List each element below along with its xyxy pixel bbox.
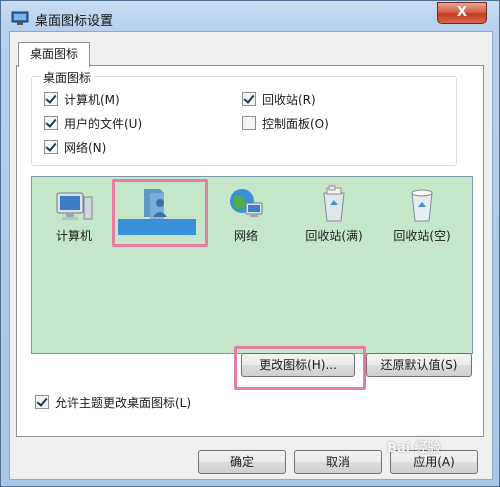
group-title: 桌面图标 [40, 69, 95, 86]
recycle-bin-empty-icon [411, 189, 433, 222]
checkbox-control-panel[interactable]: 控制面板(O) [242, 115, 329, 131]
checkbox-box[interactable] [44, 116, 58, 130]
window-title: 桌面图标设置 [35, 14, 114, 29]
close-button[interactable]: X [437, 2, 487, 24]
watermark-text: Bai 经验 [387, 441, 441, 456]
tab-panel: 桌面图标 计算机(M) 回收站(R) 用户的文件(U) 控制面板(O) 网络(N… [16, 65, 484, 437]
checkbox-box[interactable] [44, 140, 58, 154]
selected-label-highlight [118, 219, 196, 235]
list-item-recycle-full[interactable]: 回收站(满) [296, 185, 372, 244]
network-icon [230, 189, 263, 217]
computer-icon [56, 192, 93, 220]
dialog-window: 桌面图标设置 X 桌面图标 桌面图标 计算机(M) 回收站(R) 用户的文件(U… [0, 0, 500, 487]
list-item-user-files[interactable] [118, 183, 196, 235]
icon-label: 网络 [233, 229, 258, 243]
checkbox-label: 控制面板(O) [262, 116, 329, 131]
checkbox-label: 计算机(M) [64, 92, 120, 107]
checkbox-label: 允许主题更改桌面图标(L) [55, 395, 192, 410]
user-files-icon [144, 189, 167, 219]
tab-desktop-icons[interactable]: 桌面图标 [18, 42, 90, 67]
checkbox-box[interactable] [44, 92, 58, 106]
checkbox-label: 网络(N) [64, 140, 107, 155]
checkbox-box[interactable] [242, 92, 256, 106]
icon-label: 计算机 [55, 229, 92, 243]
desktop-icons-group: 桌面图标 计算机(M) 回收站(R) 用户的文件(U) 控制面板(O) 网络(N… [31, 69, 457, 166]
icon-list[interactable]: 计算机 网络 回收站(满) 回收站(空) [31, 176, 473, 354]
cancel-button[interactable]: 取消 [294, 450, 382, 474]
checkbox-network[interactable]: 网络(N) [44, 139, 106, 155]
watermark: Bai 经验 [387, 437, 499, 477]
app-icon [11, 11, 29, 25]
checkbox-allow-themes[interactable]: 允许主题更改桌面图标(L) [35, 394, 191, 410]
recycle-bin-full-icon [323, 185, 345, 222]
change-icon-button[interactable]: 更改图标(H)... [241, 353, 355, 377]
list-item-recycle-empty[interactable]: 回收站(空) [384, 185, 460, 244]
restore-default-button[interactable]: 还原默认值(S) [366, 353, 472, 377]
icon-label: 回收站(空) [393, 229, 451, 243]
checkbox-box[interactable] [35, 395, 49, 409]
checkbox-recycle-bin[interactable]: 回收站(R) [242, 91, 316, 107]
list-item-network[interactable]: 网络 [208, 185, 284, 244]
icon-label: 回收站(满) [305, 229, 363, 243]
list-item-computer[interactable]: 计算机 [36, 185, 112, 244]
checkbox-label: 回收站(R) [262, 92, 316, 107]
checkbox-computer[interactable]: 计算机(M) [44, 91, 120, 107]
ok-button[interactable]: 确定 [198, 450, 286, 474]
checkbox-box[interactable] [242, 116, 256, 130]
checkbox-user-files[interactable]: 用户的文件(U) [44, 115, 142, 131]
checkbox-label: 用户的文件(U) [64, 116, 143, 131]
dialog-body: 桌面图标 桌面图标 计算机(M) 回收站(R) 用户的文件(U) 控制面板(O)… [9, 31, 493, 480]
